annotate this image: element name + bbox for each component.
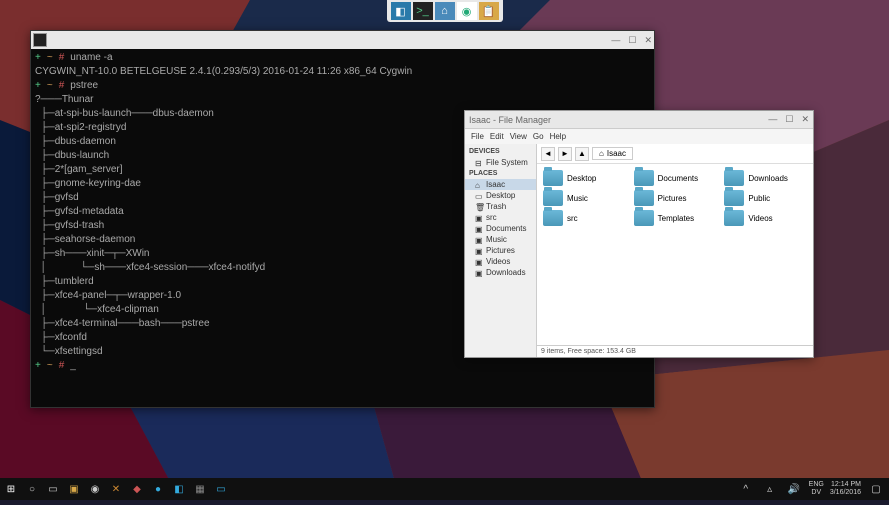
menu-go[interactable]: Go	[533, 132, 544, 141]
panel-browser-icon[interactable]: ◉	[457, 2, 477, 20]
panel-menu-icon[interactable]: ◧	[391, 2, 411, 20]
terminal-close-button[interactable]: ✕	[644, 35, 652, 46]
trash-icon: 🗑	[475, 203, 483, 211]
terminal-maximize-button[interactable]: ☐	[628, 35, 636, 46]
app-taskbar-icon-1[interactable]: ◆	[128, 480, 146, 498]
sidebar-item-src[interactable]: ▣src	[465, 212, 536, 223]
folder-music[interactable]: Music	[543, 190, 626, 206]
xwin-taskbar-icon[interactable]: ✕	[107, 480, 125, 498]
panel-home-icon[interactable]: ⌂	[435, 2, 455, 20]
folder-pictures[interactable]: Pictures	[634, 190, 717, 206]
terminal-cursor: _	[70, 360, 76, 371]
nav-forward-button[interactable]: ►	[558, 147, 572, 161]
home-icon: ⌂	[599, 149, 604, 158]
folder-icon	[724, 170, 744, 186]
folder-icon: ▣	[475, 225, 483, 233]
terminal-app-icon	[33, 33, 47, 47]
home-icon: ⌂	[475, 181, 483, 189]
terminal-minimize-button[interactable]: —	[611, 35, 620, 46]
app-taskbar-icon-5[interactable]: ▭	[212, 480, 230, 498]
folder-icon	[724, 190, 744, 206]
search-button[interactable]: ○	[23, 480, 41, 498]
explorer-taskbar-icon[interactable]: ▣	[65, 480, 83, 498]
start-button[interactable]: ⊞	[2, 480, 20, 498]
sidebar-item-filesystem[interactable]: ⊟File System	[465, 157, 536, 168]
sidebar-item-videos[interactable]: ▣Videos	[465, 256, 536, 267]
sidebar-item-home[interactable]: ⌂Isaac	[465, 179, 536, 190]
folder-icon	[543, 210, 563, 226]
terminal-command-2: pstree	[70, 80, 98, 91]
folder-icon: ▣	[475, 214, 483, 222]
tray-network-icon[interactable]: ▵	[761, 480, 779, 498]
fm-close-button[interactable]: ✕	[801, 114, 809, 125]
app-taskbar-icon-3[interactable]: ◧	[170, 480, 188, 498]
file-manager-title: Isaac - File Manager	[469, 115, 551, 125]
drive-icon: ⊟	[475, 159, 483, 167]
menu-file[interactable]: File	[471, 132, 484, 141]
panel-terminal-icon[interactable]: >_	[413, 2, 433, 20]
terminal-command-1: uname -a	[70, 52, 112, 63]
breadcrumb-home[interactable]: ⌂Isaac	[592, 147, 633, 160]
nav-up-button[interactable]: ▲	[575, 147, 589, 161]
folder-icon	[634, 210, 654, 226]
file-manager-icon-view[interactable]: Desktop Documents Downloads Music Pictur…	[537, 164, 813, 345]
desktop-icon: ▭	[475, 192, 483, 200]
terminal-output-uname: CYGWIN_NT-10.0 BETELGEUSE 2.4.1(0.293/5/…	[35, 66, 412, 77]
task-view-button[interactable]: ▭	[44, 480, 62, 498]
folder-downloads[interactable]: Downloads	[724, 170, 807, 186]
panel-files-icon[interactable]: 📋	[479, 2, 499, 20]
folder-icon	[543, 170, 563, 186]
folder-icon: ▣	[475, 269, 483, 277]
sidebar-item-desktop[interactable]: ▭Desktop	[465, 190, 536, 201]
nav-back-button[interactable]: ◄	[541, 147, 555, 161]
folder-icon: ▣	[475, 258, 483, 266]
sidebar-item-downloads[interactable]: ▣Downloads	[465, 267, 536, 278]
tray-notifications-icon[interactable]: ▢	[867, 480, 885, 498]
terminal-output-pstree: ?───Thunar ├─at-spi-bus-launch───dbus-da…	[35, 94, 265, 357]
menu-edit[interactable]: Edit	[490, 132, 504, 141]
folder-videos[interactable]: Videos	[724, 210, 807, 226]
top-panel: ◧ >_ ⌂ ◉ 📋	[387, 0, 503, 22]
fm-maximize-button[interactable]: ☐	[785, 114, 793, 125]
windows-taskbar: ⊞ ○ ▭ ▣ ◉ ✕ ◆ ● ◧ ▦ ▭ ^ ▵ 🔊 ENG DV 12:14…	[0, 478, 889, 500]
folder-icon	[543, 190, 563, 206]
sidebar-places-header: PLACES	[465, 168, 536, 179]
sidebar-item-music[interactable]: ▣Music	[465, 234, 536, 245]
file-manager-window: Isaac - File Manager — ☐ ✕ File Edit Vie…	[464, 110, 814, 358]
tray-chevron-up-icon[interactable]: ^	[737, 480, 755, 498]
tray-clock[interactable]: 12:14 PM 3/16/2016	[830, 481, 861, 497]
folder-desktop[interactable]: Desktop	[543, 170, 626, 186]
file-manager-toolbar: ◄ ► ▲ ⌂Isaac	[537, 144, 813, 164]
file-manager-titlebar[interactable]: Isaac - File Manager — ☐ ✕	[465, 111, 813, 129]
menu-view[interactable]: View	[510, 132, 527, 141]
folder-icon: ▣	[475, 236, 483, 244]
tray-language[interactable]: ENG DV	[809, 481, 824, 497]
sidebar-item-documents[interactable]: ▣Documents	[465, 223, 536, 234]
folder-documents[interactable]: Documents	[634, 170, 717, 186]
fm-minimize-button[interactable]: —	[768, 114, 777, 125]
sidebar-devices-header: DEVICES	[465, 146, 536, 157]
folder-public[interactable]: Public	[724, 190, 807, 206]
app-taskbar-icon-4[interactable]: ▦	[191, 480, 209, 498]
tray-volume-icon[interactable]: 🔊	[785, 480, 803, 498]
terminal-titlebar[interactable]: — ☐ ✕	[31, 31, 654, 49]
file-manager-main: ◄ ► ▲ ⌂Isaac Desktop Documents Downloads…	[537, 144, 813, 357]
file-manager-statusbar: 9 items, Free space: 153.4 GB	[537, 345, 813, 357]
folder-src[interactable]: src	[543, 210, 626, 226]
app-taskbar-icon-2[interactable]: ●	[149, 480, 167, 498]
folder-icon	[634, 170, 654, 186]
folder-icon	[634, 190, 654, 206]
file-manager-sidebar: DEVICES ⊟File System PLACES ⌂Isaac ▭Desk…	[465, 144, 537, 357]
sidebar-item-pictures[interactable]: ▣Pictures	[465, 245, 536, 256]
folder-icon	[724, 210, 744, 226]
sidebar-item-trash[interactable]: 🗑Trash	[465, 201, 536, 212]
folder-icon: ▣	[475, 247, 483, 255]
folder-templates[interactable]: Templates	[634, 210, 717, 226]
file-manager-menubar: File Edit View Go Help	[465, 129, 813, 144]
menu-help[interactable]: Help	[550, 132, 566, 141]
chrome-taskbar-icon[interactable]: ◉	[86, 480, 104, 498]
